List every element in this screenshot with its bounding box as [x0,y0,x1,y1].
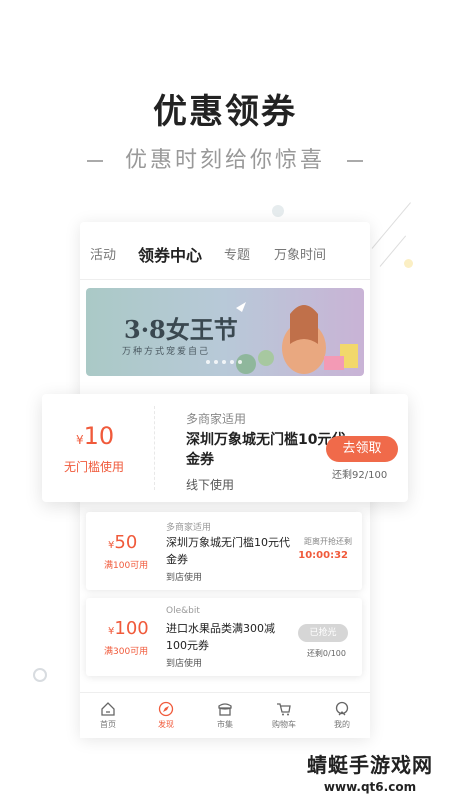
tab-wanxiang-time[interactable]: 万象时间 [274,244,326,263]
decor-line [371,202,411,249]
cart-icon [277,703,291,716]
nav-profile[interactable]: 我的 [322,697,362,730]
nav-home[interactable]: 首页 [88,697,128,730]
coupon-remaining: 还剩92/100 [332,470,388,481]
nav-discover[interactable]: 发现 [146,697,186,730]
coupon-usage: 到店使用 [166,573,203,583]
tab-bar: 活动 领券中心 专题 万象时间 [80,222,370,280]
coupon-merchant: Ole&bit [166,606,200,616]
coupon-condition: 无门槛使用 [64,460,125,474]
coupon-condition: 满300可用 [104,647,149,657]
left-dash [86,160,103,162]
sold-out-button[interactable]: 已抢光 [298,624,348,642]
claim-button[interactable]: 去领取 [326,436,398,462]
user-icon [335,701,349,716]
coupon-amount: ¥10 [76,422,115,450]
coupon-usage: 到店使用 [166,659,203,669]
right-dash [347,160,363,162]
coupon-merchant: 多商家适用 [186,412,247,426]
store-icon [218,703,232,716]
coupon-amount: ¥100 [108,618,149,639]
tab-coupon-center[interactable]: 领券中心 [138,242,202,266]
page-title: 优惠领券 [153,92,297,132]
home-icon [101,702,115,716]
nav-market[interactable]: 市集 [205,697,245,730]
coupon-card[interactable]: ¥100 满300可用 Ole&bit 进口水果品类满300减100元券 到店使… [86,598,362,676]
decor-dot-grey [272,205,284,217]
promo-banner[interactable]: 3·8女王节 万种方式宠爱自己 [86,288,364,376]
banner-subtitle: 万种方式宠爱自己 [122,347,211,357]
banner-title: 3·8女王节 [124,315,238,344]
tab-activity[interactable]: 活动 [90,244,116,263]
compass-icon [158,701,174,717]
watermark-title: 蜻蜓手游戏网 [307,753,433,777]
countdown-timer: 10:00:32 [298,550,348,561]
nav-cart[interactable]: 购物车 [264,697,304,730]
coupon-usage: 线下使用 [186,478,235,492]
coupon-card[interactable]: ¥50 满100可用 多商家适用 深圳万象城无门槛10元代金券 到店使用 距离开… [86,512,362,590]
bottom-nav: 首页 发现 市集 购物车 我的 [80,692,370,738]
featured-coupon-card[interactable]: ¥10 无门槛使用 多商家适用 深圳万象城无门槛10元代金券 线下使用 去领取 … [42,394,408,502]
coupon-amount: ¥50 [108,532,138,553]
coupon-name: 深圳万象城无门槛10元代金券 [166,536,290,566]
site-watermark: 蜻蜓手游戏网 www.qt6.com [300,749,440,794]
countdown-label: 距离开抢还剩 [304,537,352,546]
coupon-name: 进口水果品类满300减100元券 [166,622,275,652]
coupon-condition: 满100可用 [104,561,149,571]
coupon-merchant: 多商家适用 [166,523,212,533]
subtitle-text: 优惠时刻给你惊喜 [124,148,325,173]
coupon-remaining: 还剩0/100 [306,649,346,658]
decor-dot-yellow [404,259,413,268]
banner-pagination [206,349,246,368]
page-subtitle: 优惠时刻给你惊喜 [0,142,450,174]
decor-line [379,235,407,267]
decor-ring [33,668,47,682]
coupon-divider [154,406,155,490]
tab-topics[interactable]: 专题 [224,244,250,263]
watermark-url: www.qt6.com [323,780,417,794]
